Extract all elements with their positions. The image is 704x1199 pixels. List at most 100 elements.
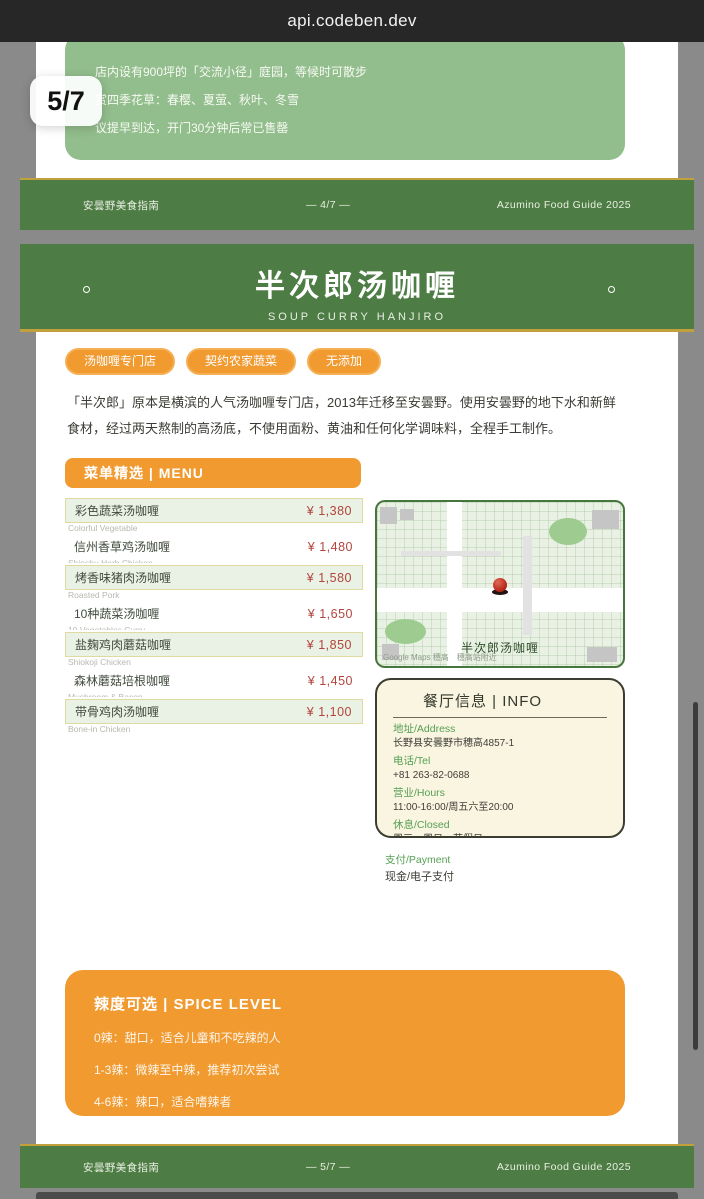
menu-item-price: ¥ 1,650 xyxy=(307,606,353,621)
menu-item-name: 彩色蔬菜汤咖喱 xyxy=(75,504,160,518)
info-fields: 地址/Address 长野县安曇野市穗高4857-1 电话/Tel +81 26… xyxy=(393,723,607,836)
note-line: 议提早到达，开门30分钟后常已售罄 xyxy=(95,121,289,135)
menu-item-row: 盐麹鸡肉蘑菇咖喱 ¥ 1,850 xyxy=(65,632,363,657)
spice-level-line: 1-3辣：微辣至中辣，推荐初次尝试 xyxy=(94,1063,280,1077)
map-building xyxy=(380,507,397,524)
info-field-value: 周三、周日、节假日 xyxy=(393,834,607,836)
map-building xyxy=(400,509,414,520)
spice-level-lines: 0辣：甜口，适合儿童和不吃辣的人 1-3辣：微辣至中辣，推荐初次尝试 4-6辣：辣口… xyxy=(94,1029,625,1110)
menu-item-english-label: Roasted Pork xyxy=(68,590,120,600)
menu-item-row: 烤香味猪肉汤咖喱 ¥ 1,580 xyxy=(65,565,363,590)
menu-item-row: 森林蘑菇培根咖喱 ¥ 1,450 xyxy=(65,669,363,692)
page5-footer: 安曇野美食指南 — 5/7 — Azumino Food Guide 2025 xyxy=(20,1144,694,1188)
menu-item-row: 带骨鸡肉汤咖喱 ¥ 1,100 xyxy=(65,699,363,724)
info-field-value: +81 263-82-0688 xyxy=(393,770,470,781)
info-card-heading: 餐厅信息 | INFO xyxy=(423,693,543,710)
spice-level-line: 4-6辣：辣口，适合嗜辣者 xyxy=(94,1095,232,1109)
page4-footer: 安曇野美食指南 — 4/7 — Azumino Food Guide 2025 xyxy=(20,178,694,230)
spice-level-heading: 辣度可选 | SPICE LEVEL xyxy=(94,996,283,1013)
menu-item-english-label: Shiokoji Chicken xyxy=(68,657,131,667)
restaurant-title: 半次郎汤咖喱 xyxy=(255,270,459,303)
menu-item-price: ¥ 1,380 xyxy=(306,503,352,518)
page-indicator-text: 5/7 xyxy=(47,85,85,116)
decor-dot-right xyxy=(608,286,615,293)
map-road-minor-vertical xyxy=(523,536,532,635)
map-park xyxy=(549,518,587,545)
restaurant-subtitle: SOUP CURRY HANJIRO xyxy=(267,311,447,323)
menu-item-english-label: Bone-in Chicken xyxy=(68,724,131,734)
restaurant-description: 「半次郎」原本是横滨的人气汤咖喱专门店，2013年迁移至安曇野。使用安曇野的地下… xyxy=(67,395,616,436)
footer-page-number: — 5/7 — xyxy=(305,1161,351,1173)
menu-item: 彩色蔬菜汤咖喱 ¥ 1,380 Colorful Vegetable xyxy=(65,498,363,533)
info-field-label: 地址/Address xyxy=(393,723,456,735)
info-field-label: 休息/Closed xyxy=(393,819,450,831)
footer-page-number: — 4/7 — xyxy=(305,199,351,211)
info-field-value: 长野县安曇野市穗高4857-1 xyxy=(393,738,515,749)
footer-left-text: 安曇野美食指南 xyxy=(83,1161,160,1174)
menu-item-row: 彩色蔬菜汤咖喱 ¥ 1,380 xyxy=(65,498,363,523)
menu-item: 信州香草鸡汤咖喱 ¥ 1,480 Shinshu Herb Chicken xyxy=(65,535,363,564)
payment-value: 现金/电子支付 xyxy=(385,871,455,883)
menu-item: 森林蘑菇培根咖喱 ¥ 1,450 Mushroom & Bacon xyxy=(65,669,363,698)
footer-right-text: Azumino Food Guide 2025 xyxy=(496,1161,631,1173)
map-road-minor-horizontal xyxy=(401,551,501,556)
document-page-5: 半次郎汤咖喱 SOUP CURRY HANJIRO 汤咖喱专门店 契约农家蔬菜 无添… xyxy=(20,244,694,1188)
vertical-scrollbar-thumb[interactable] xyxy=(693,702,698,1050)
info-field-label: 营业/Hours xyxy=(393,787,445,799)
info-field: 营业/Hours 11:00-16:00/周五六至20:00 xyxy=(393,787,607,814)
tips-note-box: 店内设有900坪的「交流小径」庭园，等候时可散步 赏四季花草：春樱、夏萤、秋叶、冬… xyxy=(65,34,625,160)
menu-item-english-label: Shinshu Herb Chicken xyxy=(68,559,363,563)
browser-top-bar: api.codeben.dev xyxy=(0,0,704,42)
spice-level-box: 辣度可选 | SPICE LEVEL 0辣：甜口，适合儿童和不吃辣的人 1-3辣：… xyxy=(65,970,625,1116)
info-field: 电话/Tel +81 263-82-0688 xyxy=(393,755,607,782)
menu-item-name: 烤香味猪肉汤咖喱 xyxy=(75,571,172,585)
footer-right-text: Azumino Food Guide 2025 xyxy=(496,199,631,211)
menu-item-english-label: Colorful Vegetable xyxy=(68,523,138,533)
payment-label: 支付/Payment xyxy=(385,854,451,866)
feature-tags: 汤咖喱专门店 契约农家蔬菜 无添加 xyxy=(65,348,382,375)
menu-item-price: ¥ 1,850 xyxy=(306,637,352,652)
restaurant-header-banner: 半次郎汤咖喱 SOUP CURRY HANJIRO xyxy=(20,244,694,332)
map-building xyxy=(592,510,619,529)
browser-url-title: api.codeben.dev xyxy=(287,11,417,30)
menu-section-heading: 菜单精选 | MENU xyxy=(65,458,361,488)
menu-item-english-label: Mushroom & Bacon xyxy=(68,693,363,697)
menu-item: 烤香味猪肉汤咖喱 ¥ 1,580 Roasted Pork xyxy=(65,565,363,600)
info-field: 地址/Address 长野县安曇野市穗高4857-1 xyxy=(393,723,607,750)
document-page-4: 店内设有900坪的「交流小径」庭园，等候时可散步 赏四季花草：春樱、夏萤、秋叶、冬… xyxy=(20,34,694,230)
info-divider xyxy=(393,717,607,718)
menu-item-english-label: 10 Vegetables Curry xyxy=(68,626,363,630)
restaurant-info-card: 餐厅信息 | INFO 地址/Address 长野县安曇野市穗高4857-1 电… xyxy=(375,678,625,838)
menu-item-price: ¥ 1,580 xyxy=(306,570,352,585)
info-field-label: 电话/Tel xyxy=(393,755,431,767)
menu-item-name: 10种蔬菜汤咖喱 xyxy=(74,607,160,621)
menu-item-name: 带骨鸡肉汤咖喱 xyxy=(75,705,160,719)
menu-item: 10种蔬菜汤咖喱 ¥ 1,650 10 Vegetables Curry xyxy=(65,602,363,631)
page-indicator-badge: 5/7 xyxy=(30,76,102,126)
menu-item: 盐麹鸡肉蘑菇咖喱 ¥ 1,850 Shiokoji Chicken xyxy=(65,632,363,667)
map-pin-icon xyxy=(493,578,507,592)
menu-item-name: 信州香草鸡汤咖喱 xyxy=(74,540,171,554)
location-map: 半次郎汤咖喱 Google Maps 穗高 穗高站附近 xyxy=(375,500,625,668)
tag-pill: 汤咖喱专门店 xyxy=(65,348,176,375)
menu-item-row: 信州香草鸡汤咖喱 ¥ 1,480 xyxy=(65,535,363,558)
menu-list: 彩色蔬菜汤咖喱 ¥ 1,380 Colorful Vegetable 信州香草鸡… xyxy=(65,498,363,736)
note-line: 赏四季花草：春樱、夏萤、秋叶、冬雪 xyxy=(95,93,300,107)
note-line: 店内设有900坪的「交流小径」庭园，等候时可散步 xyxy=(95,65,368,79)
tag-pill: 无添加 xyxy=(307,348,382,375)
menu-item-price: ¥ 1,100 xyxy=(306,704,352,719)
menu-item-row: 10种蔬菜汤咖喱 ¥ 1,650 xyxy=(65,602,363,625)
spice-level-line: 0辣：甜口，适合儿童和不吃辣的人 xyxy=(94,1031,281,1045)
map-attribution: Google Maps 穗高 穗高站附近 xyxy=(383,653,497,662)
menu-item-name: 盐麹鸡肉蘑菇咖喱 xyxy=(75,638,172,652)
footer-left-text: 安曇野美食指南 xyxy=(83,199,160,212)
menu-item-name: 森林蘑菇培根咖喱 xyxy=(74,674,171,688)
tag-pill: 契约农家蔬菜 xyxy=(186,348,297,375)
info-field: 休息/Closed 周三、周日、节假日 xyxy=(393,819,607,836)
next-page-edge xyxy=(36,1192,678,1199)
menu-item: 带骨鸡肉汤咖喱 ¥ 1,100 Bone-in Chicken xyxy=(65,699,363,734)
info-field-value: 11:00-16:00/周五六至20:00 xyxy=(393,802,514,813)
payment-info: 支付/Payment 现金/电子支付 xyxy=(385,854,454,883)
menu-item-price: ¥ 1,450 xyxy=(307,673,353,688)
decor-dot-left xyxy=(83,286,90,293)
